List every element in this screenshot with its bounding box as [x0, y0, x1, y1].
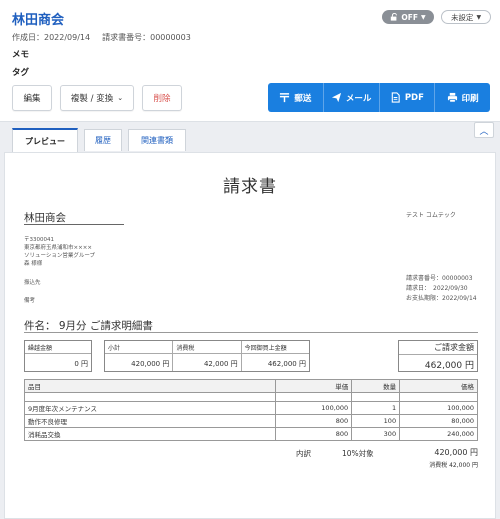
- tab-preview[interactable]: プレビュー: [12, 128, 78, 152]
- note-label: 備考: [24, 298, 36, 304]
- unit-price: 100,000: [275, 401, 353, 415]
- edit-button[interactable]: 編集: [12, 85, 52, 111]
- record-meta: 作成日：2022/09/14 請求書番号：00000003: [12, 32, 191, 43]
- print-label: 印刷: [461, 93, 479, 104]
- breakdown-rate: 10%対象: [342, 449, 374, 458]
- unit-price: 800: [275, 414, 353, 428]
- carry-over-box: 繰越金額 0 円: [24, 340, 92, 372]
- chevron-down-icon: ▼: [421, 13, 426, 21]
- table-row: [23, 392, 478, 402]
- invoice-number: 請求書番号：00000003: [102, 33, 191, 42]
- chevron-down-icon: ⌄: [117, 94, 124, 102]
- email-label: メール: [345, 93, 372, 104]
- tab-history[interactable]: 履歴: [84, 129, 122, 151]
- carry-over-value: 0 円: [74, 360, 88, 368]
- pdf-label: PDF: [404, 92, 424, 103]
- due-date: お支払期限：2022/09/14: [406, 295, 477, 302]
- document-icon: [391, 92, 400, 103]
- breakdown-tax: 消費税 42,000 円: [429, 462, 478, 469]
- tab-related-docs[interactable]: 関連書類: [128, 129, 186, 151]
- copy-convert-button[interactable]: 複製 / 変換 ⌄: [60, 85, 134, 111]
- doc-invoice-number: 請求書番号：00000003: [406, 275, 473, 282]
- delete-button[interactable]: 削除: [142, 85, 182, 111]
- page-title: 林田商会: [12, 13, 65, 28]
- contact-person: 森 様様: [24, 261, 43, 267]
- table-row: 動作不良修理 800 100 80,000: [23, 414, 478, 428]
- total-box: ご請求金額 462,000 円: [398, 340, 478, 372]
- col-item: 品目: [23, 379, 277, 393]
- table-row: 消耗品交換 800 300 240,000: [23, 427, 478, 441]
- carry-over-label: 繰越金額: [25, 341, 91, 354]
- breakdown-label: 内訳: [296, 449, 311, 458]
- email-button[interactable]: メール: [324, 83, 380, 112]
- tax-label: 消費税: [173, 341, 241, 354]
- table-header-row: 品目 単価 数量 価格: [23, 379, 478, 393]
- unlock-icon: [391, 13, 398, 21]
- department: ソリューション営業グループ: [24, 253, 96, 259]
- subtotal-value: 420,000 円: [131, 360, 170, 368]
- send-actions: 郵送 メール PDF 印刷: [268, 83, 490, 112]
- lock-toggle[interactable]: OFF ▼: [382, 10, 434, 24]
- subtotal-cell: 小計 420,000 円: [105, 341, 174, 371]
- bank-label: 振込先: [24, 280, 41, 286]
- line-items-table: 品目 単価 数量 価格 9月度年次メンテナンス 100,000 1 100,00…: [23, 379, 478, 441]
- col-quantity: 数量: [351, 379, 401, 393]
- chevron-up-icon: ︿: [479, 126, 489, 137]
- printer-icon: [447, 92, 457, 103]
- memo-label: メモ: [12, 50, 30, 60]
- mail-post-label: 郵送: [294, 93, 312, 104]
- table-row: 9月度年次メンテナンス 100,000 1 100,000: [23, 401, 478, 415]
- print-button[interactable]: 印刷: [435, 83, 490, 112]
- invoice-subject: 件名： 9月分 ご請求明細書: [24, 320, 153, 332]
- item-name: 動作不良修理: [23, 414, 277, 428]
- price: 80,000: [399, 414, 478, 428]
- amount-breakdown-box: 小計 420,000 円 消費税 42,000 円 今回御買上金額 462,00…: [104, 340, 310, 372]
- toggle-label: OFF: [401, 12, 418, 22]
- status-label: 未設定: [450, 12, 474, 22]
- tax-value: 42,000 円: [203, 360, 238, 368]
- send-icon: [331, 92, 341, 103]
- status-select[interactable]: 未設定 ▼: [441, 10, 491, 24]
- copy-convert-label: 複製 / 変換: [70, 94, 114, 104]
- sender-name: テスト コムテック: [406, 212, 456, 219]
- recipient-underline: [24, 224, 124, 225]
- price: 240,000: [399, 427, 478, 441]
- created-date: 作成日：2022/09/14: [12, 33, 91, 42]
- tax-cell: 消費税 42,000 円: [173, 341, 242, 371]
- post-mark-icon: [280, 93, 290, 103]
- recipient-name: 林田商会: [24, 212, 66, 224]
- quantity: 300: [351, 427, 401, 441]
- current-purchase-value: 462,000 円: [267, 360, 306, 368]
- postal-code: 〒3300041: [24, 237, 54, 243]
- item-name: 消耗品交換: [23, 427, 277, 441]
- collapse-button[interactable]: ︿: [474, 122, 494, 138]
- quantity: 1: [351, 401, 401, 415]
- price: 100,000: [399, 401, 478, 415]
- col-price: 価格: [399, 379, 478, 393]
- chevron-down-icon: ▼: [476, 13, 482, 21]
- subtotal-label: 小計: [105, 341, 173, 354]
- col-unit-price: 単価: [275, 379, 353, 393]
- unit-price: 800: [275, 427, 353, 441]
- address: 東京都府玉県浦和市××××: [24, 245, 92, 251]
- total-label: ご請求金額: [399, 341, 477, 355]
- total-value: 462,000 円: [424, 361, 474, 371]
- breakdown-amount: 420,000 円: [434, 448, 478, 457]
- quantity: 100: [351, 414, 401, 428]
- current-purchase-cell: 今回御買上金額 462,000 円: [241, 341, 309, 371]
- item-name: 9月度年次メンテナンス: [23, 401, 277, 415]
- invoice-date: 請求日： 2022/09/30: [406, 285, 468, 292]
- pdf-button[interactable]: PDF: [380, 83, 436, 112]
- tag-label: タグ: [12, 68, 30, 78]
- subject-divider: [24, 332, 478, 333]
- current-purchase-label: 今回御買上金額: [241, 341, 309, 354]
- invoice-title: 請求書: [223, 177, 277, 197]
- mail-post-button[interactable]: 郵送: [268, 83, 324, 112]
